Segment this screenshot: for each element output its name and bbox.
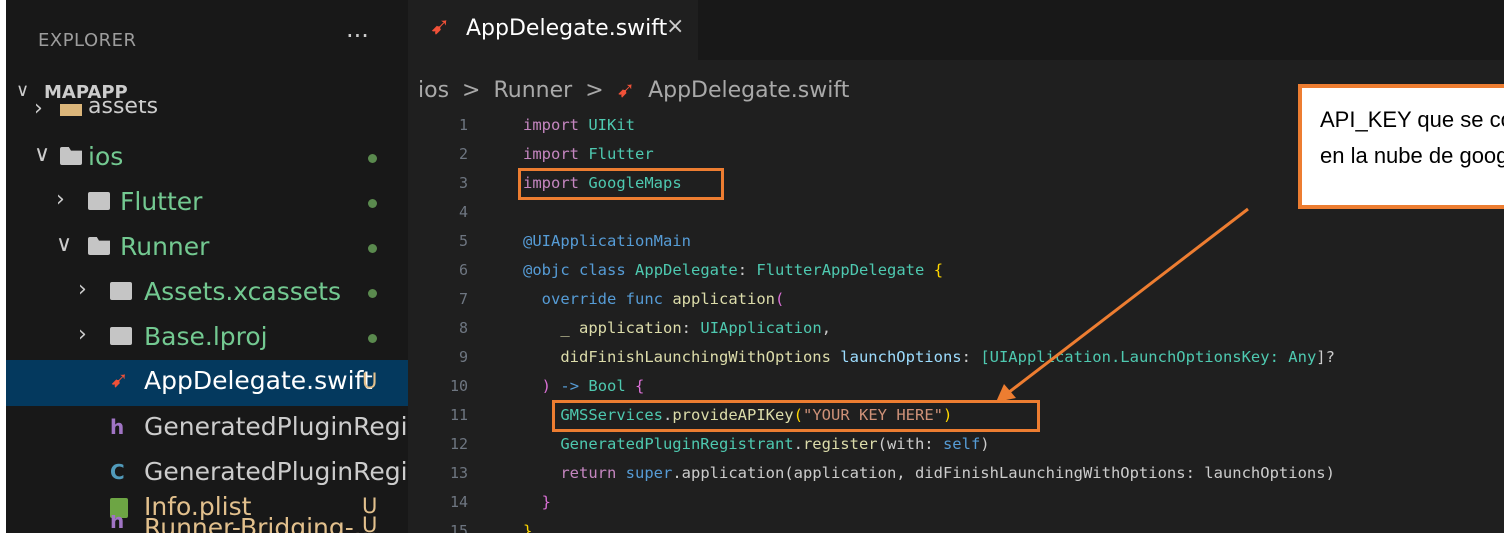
explorer-header: EXPLORER ··· <box>6 0 408 60</box>
folder-icon <box>110 327 132 345</box>
swift-file-icon: ➹ <box>110 368 129 393</box>
chevron-right-icon: › <box>56 187 65 212</box>
chevron-down-icon: ∨ <box>56 232 73 257</box>
folder-open-icon <box>88 237 110 255</box>
git-status-dot <box>368 244 377 253</box>
git-status-dot <box>368 199 377 208</box>
folder-icon <box>88 192 110 210</box>
tree-item-appdelegate[interactable]: ➹ AppDelegate.swift U <box>6 360 408 406</box>
more-actions-icon[interactable]: ··· <box>346 22 369 50</box>
tree-item-assets-xcassets[interactable]: › Assets.xcassets <box>6 271 408 316</box>
git-untracked-badge: U <box>362 369 378 393</box>
git-untracked-badge: U <box>362 515 378 533</box>
annotation-callout: API_KEY que se conseguirá al registrar e… <box>1298 84 1504 209</box>
tree-item-base-lproj[interactable]: › Base.lproj <box>6 316 408 361</box>
tree-item-label: assets <box>88 100 159 119</box>
explorer-title: EXPLORER <box>38 30 137 51</box>
folder-open-icon <box>60 147 82 165</box>
source-file-icon: C <box>110 460 125 484</box>
header-file-icon: h <box>110 515 125 533</box>
chevron-down-icon: ∨ <box>34 142 51 167</box>
tree-item-label: Base.lproj <box>144 322 268 351</box>
chevron-right-icon: › <box>34 100 43 121</box>
vscode-window: EXPLORER ··· ∨ MAPAPP › assets ∨ ios › F… <box>6 0 1504 533</box>
git-status-dot <box>368 334 377 343</box>
tree-item-label: Runner <box>120 232 210 261</box>
tree-item-runner[interactable]: ∨ Runner <box>6 226 408 271</box>
tree-item-assets[interactable]: › assets <box>6 100 408 125</box>
folder-icon <box>110 282 132 300</box>
git-status-dot <box>368 289 377 298</box>
tree-item-label: AppDelegate.swift <box>144 366 373 395</box>
chevron-right-icon: › <box>78 322 87 347</box>
folder-icon <box>60 104 82 116</box>
editor-area: ➹ AppDelegate.swift × ios > Runner > ➹ A… <box>408 0 1504 533</box>
tree-item-generated-h[interactable]: h GeneratedPluginRegistr... <box>6 406 462 451</box>
header-file-icon: h <box>110 415 125 439</box>
tree-item-label: ios <box>88 142 124 171</box>
annotation-arrow <box>996 207 1249 402</box>
explorer-sidebar: EXPLORER ··· ∨ MAPAPP › assets ∨ ios › F… <box>6 0 462 533</box>
tree-item-label: Assets.xcassets <box>144 277 341 306</box>
chevron-right-icon: › <box>78 277 87 302</box>
tree-item-ios[interactable]: ∨ ios <box>6 136 408 181</box>
chevron-down-icon: ∨ <box>16 80 30 101</box>
tree-item-label: Runner-Bridging-... <box>144 515 378 533</box>
tree-item-flutter[interactable]: › Flutter <box>6 181 408 226</box>
tree-item-label: Flutter <box>120 187 203 216</box>
git-status-dot <box>368 154 377 163</box>
tree-item-bridging-header[interactable]: h Runner-Bridging-... U <box>6 515 408 533</box>
